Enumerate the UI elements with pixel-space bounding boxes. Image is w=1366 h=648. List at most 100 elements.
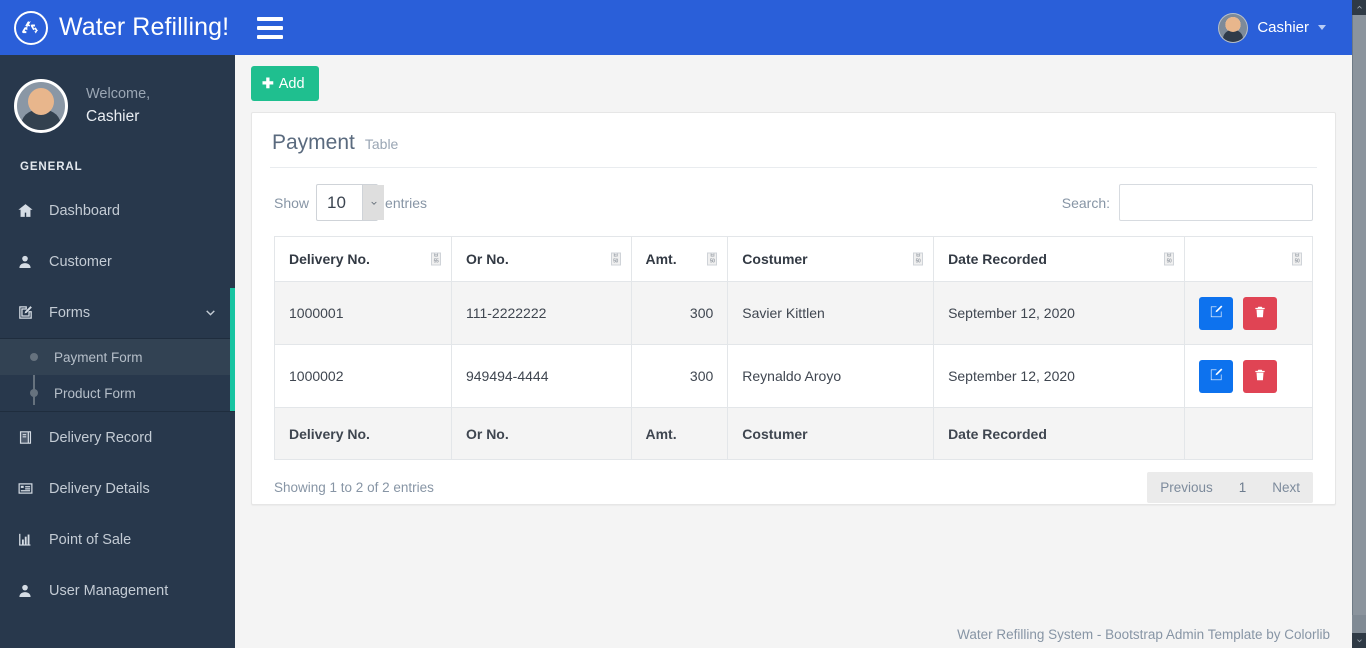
sort-glyph-icon: EI 50 xyxy=(707,252,718,266)
edit-square-icon xyxy=(17,304,43,321)
search-input[interactable] xyxy=(1119,184,1313,221)
main-content: ✚ Add Payment Table Show 10 entries Sear… xyxy=(235,55,1352,648)
search-label: Search: xyxy=(1061,194,1110,211)
sidebar-item-label: Delivery Record xyxy=(49,429,153,446)
page-length-wrapper: 10 xyxy=(309,184,385,221)
table-head: Delivery No. EI 55 Or No. EI 50 Amt. EI 50 … xyxy=(274,236,1313,282)
scrollbar-up-arrow[interactable] xyxy=(1352,0,1366,15)
card-header: Payment Table xyxy=(252,113,1335,155)
column-label: Delivery No. xyxy=(289,251,370,267)
payment-table: Delivery No. EI 55 Or No. EI 50 Amt. EI 50 … xyxy=(274,236,1313,460)
search-area: Search: xyxy=(1062,184,1313,221)
delete-button[interactable] xyxy=(1242,359,1277,393)
navbar-user-menu[interactable]: Cashier xyxy=(1218,12,1352,43)
sidebar-item-label: Dashboard xyxy=(49,202,120,219)
table-footer-controls: Showing 1 to 2 of 2 entries Previous 1 N… xyxy=(252,460,1335,503)
footer-actions xyxy=(1184,407,1313,460)
column-header-costumer[interactable]: Costumer EI 50 xyxy=(727,236,935,282)
cell-or-no: 111-2222222 xyxy=(450,281,632,345)
sidebar-item-customer[interactable]: Customer xyxy=(0,236,235,287)
column-header-or-no[interactable]: Or No. EI 50 xyxy=(450,236,632,282)
edit-button[interactable] xyxy=(1199,359,1233,393)
pagination-previous[interactable]: Previous xyxy=(1147,472,1226,503)
cell-actions xyxy=(1184,344,1313,408)
payment-table-card: Payment Table Show 10 entries Search: De… xyxy=(251,112,1336,505)
entries-label: entries xyxy=(385,194,428,211)
pagination-page-1[interactable]: 1 xyxy=(1226,472,1260,503)
sidebar-profile: Welcome, Cashier xyxy=(0,55,235,143)
home-icon xyxy=(17,202,43,219)
edit-button[interactable] xyxy=(1199,296,1233,330)
caret-down-icon[interactable] xyxy=(1318,25,1326,30)
bar-chart-icon xyxy=(17,531,43,548)
bullet-icon xyxy=(30,353,38,361)
sidebar-item-label: User Management xyxy=(49,582,169,599)
scrollbar-down-arrow[interactable] xyxy=(1352,633,1366,648)
edit-pencil-icon xyxy=(1209,304,1224,322)
avatar xyxy=(14,79,68,133)
cell-amt: 300 xyxy=(630,344,729,408)
column-label: Costumer xyxy=(742,251,808,267)
footer-amt: Amt. xyxy=(630,407,729,460)
table-row[interactable]: 1000001 111-2222222 300 Savier Kittlen S… xyxy=(274,281,1313,345)
add-button-label: Add xyxy=(278,75,305,92)
sidebar-item-forms[interactable]: Forms xyxy=(0,287,235,338)
page-title: Payment xyxy=(272,131,355,154)
sidebar-item-label: Forms xyxy=(49,304,91,321)
chevron-down-icon[interactable] xyxy=(204,306,217,319)
navbar-user-name: Cashier xyxy=(1257,19,1309,36)
table-body: 1000001 111-2222222 300 Savier Kittlen S… xyxy=(274,281,1313,408)
sidebar-item-user-management[interactable]: User Management xyxy=(0,565,235,616)
table-row[interactable]: 1000002 949494-4444 300 Reynaldo Aroyo S… xyxy=(274,344,1313,408)
sidebar-item-label: Customer xyxy=(49,253,112,270)
sidebar-section-general: GENERAL xyxy=(20,161,83,173)
sort-glyph-icon: EI 50 xyxy=(1164,252,1174,266)
page-length-select[interactable]: 10 xyxy=(316,184,379,221)
sidebar-item-delivery-details[interactable]: Delivery Details xyxy=(0,463,235,514)
user-icon xyxy=(17,254,43,270)
sidebar-user-name: Cashier xyxy=(86,108,140,126)
table-controls: Show 10 entries Search: xyxy=(252,168,1335,221)
user-icon xyxy=(17,583,43,599)
trash-icon xyxy=(1253,368,1267,385)
delete-button[interactable] xyxy=(1242,296,1277,330)
trash-icon xyxy=(1253,305,1267,322)
sidebar-submenu-forms: Payment Form Product Form xyxy=(0,288,235,412)
add-button[interactable]: ✚ Add xyxy=(251,66,319,101)
edit-pencil-icon xyxy=(1209,367,1224,385)
brand-title: Water Refilling! xyxy=(59,13,230,41)
column-label: Or No. xyxy=(465,251,509,267)
sidebar-item-payment-form[interactable]: Payment Form xyxy=(0,339,235,375)
column-header-date-recorded[interactable]: Date Recorded EI 50 xyxy=(933,236,1185,282)
sidebar-item-dashboard[interactable]: Dashboard xyxy=(0,185,235,236)
cell-delivery-no: 1000002 xyxy=(274,344,452,408)
column-header-amt[interactable]: Amt. EI 50 xyxy=(630,236,729,282)
recycle-icon xyxy=(14,10,48,45)
column-header-delivery-no[interactable]: Delivery No. EI 55 xyxy=(274,236,452,282)
hamburger-icon[interactable] xyxy=(257,16,283,39)
bullet-icon xyxy=(30,389,38,397)
scrollbar-thumb[interactable] xyxy=(1352,15,1366,615)
sidebar-item-delivery-record[interactable]: Delivery Record xyxy=(0,412,235,463)
footer-text: Water Refilling System - Bootstrap Admin… xyxy=(957,626,1330,642)
sidebar: Welcome, Cashier GENERAL Dashboard Custo… xyxy=(0,55,235,648)
page-scrollbar[interactable] xyxy=(1352,0,1366,648)
column-header-actions[interactable]: EI 50 xyxy=(1184,236,1313,282)
footer-delivery-no: Delivery No. xyxy=(274,407,452,460)
cell-date-recorded: September 12, 2020 xyxy=(933,281,1185,345)
sort-glyph-icon: EI 50 xyxy=(610,252,621,266)
sidebar-item-product-form[interactable]: Product Form xyxy=(0,375,235,411)
pagination-next[interactable]: Next xyxy=(1259,472,1313,503)
sort-glyph-icon: EI 55 xyxy=(430,252,441,266)
column-label: Amt. xyxy=(645,251,677,267)
avatar xyxy=(1218,12,1249,43)
footer-or-no: Or No. xyxy=(450,407,632,460)
cell-delivery-no: 1000001 xyxy=(274,281,452,345)
brand[interactable]: Water Refilling! xyxy=(0,0,235,55)
footer-costumer: Costumer xyxy=(727,407,935,460)
cell-amt: 300 xyxy=(630,281,729,345)
show-label: Show xyxy=(274,194,310,211)
sidebar-item-point-of-sale[interactable]: Point of Sale xyxy=(0,514,235,565)
page-subtitle: Table xyxy=(364,136,399,152)
book-icon xyxy=(17,429,43,446)
